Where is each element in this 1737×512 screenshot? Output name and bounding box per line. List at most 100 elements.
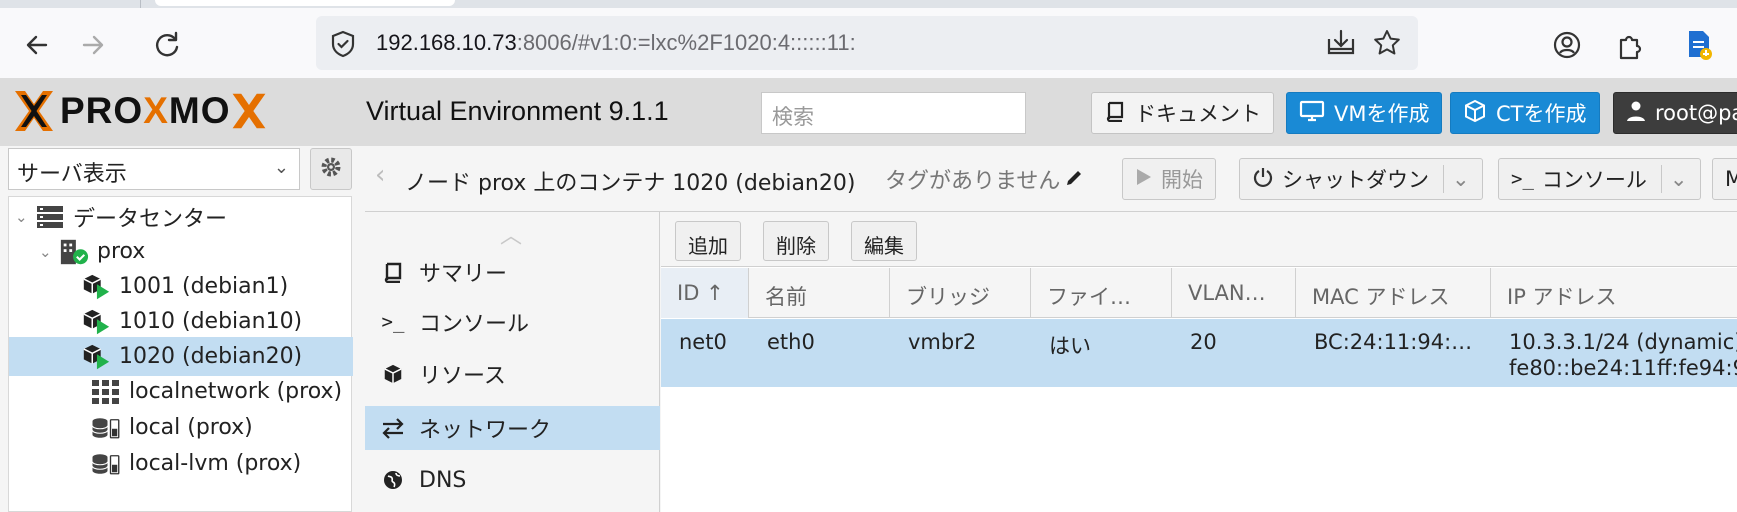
nav-dns[interactable]: DNS <box>365 458 660 502</box>
nav-summary[interactable]: サマリー <box>365 250 660 294</box>
desktop-icon <box>1299 100 1325 127</box>
cell-ip-v6: fe80::be24:11ff:fe94:9c <box>1509 356 1737 380</box>
tree-item-datacenter[interactable]: ⌄ データセンター <box>9 197 353 236</box>
shutdown-button[interactable]: シャットダウン ⌄ <box>1239 158 1483 200</box>
column-header-firewall[interactable]: ファイ… <box>1031 268 1172 318</box>
account-icon[interactable] <box>1548 26 1586 64</box>
column-header-vlan[interactable]: VLAN… <box>1172 268 1296 318</box>
more-button[interactable]: M <box>1712 158 1737 200</box>
search-input[interactable]: 検索 <box>761 92 1026 134</box>
chevron-up-icon[interactable]: ︿ <box>500 218 522 250</box>
chevron-down-icon: ⌄ <box>273 157 289 178</box>
cell-id: net0 <box>679 330 727 354</box>
table-row[interactable]: net0 eth0 vmbr2 はい 20 BC:24:11:94:… 10.3… <box>661 319 1737 387</box>
storage-icon <box>91 413 121 443</box>
create-vm-button[interactable]: VMを作成 <box>1286 92 1443 134</box>
column-header-ip[interactable]: IP アドレス <box>1491 268 1737 318</box>
nav-console[interactable]: >_ コンソール <box>365 300 660 344</box>
cube-icon <box>381 362 405 386</box>
pencil-icon[interactable] <box>1064 169 1084 194</box>
start-button[interactable]: 開始 <box>1122 158 1216 200</box>
collapse-icon[interactable]: ⌄ <box>15 208 31 226</box>
reload-icon[interactable] <box>148 26 186 64</box>
datacenter-icon <box>35 202 65 232</box>
proxmox-x-icon <box>15 91 53 131</box>
tree-item-label: 1020 (debian20) <box>119 344 303 369</box>
tags-field[interactable]: タグがありません <box>885 163 1084 195</box>
shield-icon[interactable] <box>330 30 356 62</box>
download-icon[interactable] <box>1326 29 1356 61</box>
exchange-icon <box>381 416 405 440</box>
gear-icon <box>320 156 342 182</box>
documentation-label: ドキュメント <box>1135 102 1261 126</box>
collapse-icon[interactable]: ⌄ <box>39 243 55 261</box>
user-menu-button[interactable]: root@pam <box>1613 92 1737 134</box>
more-label: M <box>1725 167 1737 191</box>
tree-item-ct-1001[interactable]: 1001 (debian1) <box>9 267 353 306</box>
tree-item-label: データセンター <box>73 206 228 232</box>
page-title: ノード prox 上のコンテナ 1020 (debian20) <box>405 171 856 196</box>
config-nav: ︿ サマリー >_ コンソール リソース ネットワーク DNS <box>365 212 660 512</box>
browser-tab[interactable] <box>155 0 455 6</box>
tree-item-label: prox <box>97 239 146 264</box>
logo-text-mo: MO <box>168 90 231 131</box>
terminal-icon: >_ <box>381 311 405 333</box>
chevron-down-icon[interactable]: ⌄ <box>1443 165 1470 193</box>
network-grid: 追加 削除 編集 ID ↑ 名前 ブリッジ ファイ… VLAN… MAC アドレ… <box>661 212 1737 512</box>
column-header-id[interactable]: ID ↑ <box>661 268 749 318</box>
cell-ip-v4: 10.3.3.1/24 (dynamic) <box>1509 330 1737 354</box>
url-text: 192.168.10.73:8006/#v1:0:=lxc%2F1020:4::… <box>376 30 856 56</box>
remove-button[interactable]: 削除 <box>763 221 829 261</box>
resource-tree: ⌄ データセンター ⌄ prox 1001 (debian1) 1010 (de… <box>8 196 353 512</box>
proxmox-x-tail-icon <box>233 93 266 129</box>
extensions-icon[interactable] <box>1612 26 1650 64</box>
no-tags-label: タグがありません <box>885 169 1061 194</box>
proxmox-logo: PRO X MO <box>12 88 268 134</box>
tree-item-storage-local-lvm[interactable]: local-lvm (prox) <box>9 444 353 483</box>
tree-settings-button[interactable] <box>310 148 352 190</box>
tree-item-node-prox[interactable]: ⌄ prox <box>9 232 353 271</box>
tree-item-storage-local[interactable]: local (prox) <box>9 408 353 447</box>
start-label: 開始 <box>1161 168 1203 192</box>
cube-icon <box>1463 99 1487 128</box>
console-button[interactable]: >_ コンソール ⌄ <box>1498 158 1701 200</box>
browser-toolbar: 192.168.10.73:8006/#v1:0:=lxc%2F1020:4::… <box>0 8 1737 78</box>
view-select[interactable]: サーバ表示 ⌄ <box>8 148 300 190</box>
tree-item-label: local (prox) <box>129 415 253 440</box>
nav-network[interactable]: ネットワーク <box>365 406 660 450</box>
url-host: 192.168.10.73 <box>376 30 517 55</box>
nav-label: DNS <box>419 467 467 493</box>
globe-icon <box>381 468 405 492</box>
create-ct-button[interactable]: CTを作成 <box>1450 92 1600 134</box>
tree-item-ct-1010[interactable]: 1010 (debian10) <box>9 302 353 341</box>
container-running-icon <box>81 272 111 302</box>
forward-icon[interactable] <box>74 26 112 64</box>
documentation-button[interactable]: ドキュメント <box>1091 92 1274 134</box>
nav-label: コンソール <box>419 312 530 337</box>
cell-mac: BC:24:11:94:… <box>1314 330 1473 354</box>
grid-toolbar: 追加 削除 編集 <box>661 212 1737 267</box>
terminal-icon: >_ <box>1511 168 1534 190</box>
view-select-value: サーバ表示 <box>17 162 127 187</box>
star-icon[interactable] <box>1373 29 1401 61</box>
nav-resources[interactable]: リソース <box>365 352 660 396</box>
create-ct-label: CTを作成 <box>1496 102 1587 126</box>
create-vm-label: VMを作成 <box>1334 102 1430 126</box>
column-header-bridge[interactable]: ブリッジ <box>890 268 1031 318</box>
column-header-name[interactable]: 名前 <box>749 268 890 318</box>
nav-label: リソース <box>419 364 506 389</box>
address-bar[interactable]: 192.168.10.73:8006/#v1:0:=lxc%2F1020:4::… <box>316 16 1418 70</box>
collapse-left-icon[interactable]: ‹ <box>375 160 385 190</box>
tree-item-sdn-localnetwork[interactable]: localnetwork (prox) <box>9 372 353 411</box>
add-button[interactable]: 追加 <box>675 221 741 261</box>
chevron-down-icon[interactable]: ⌄ <box>1660 165 1688 193</box>
edit-button[interactable]: 編集 <box>851 221 917 261</box>
sort-ascending-icon: ↑ <box>706 281 724 305</box>
console-label: コンソール <box>1541 168 1647 192</box>
back-icon[interactable] <box>18 26 56 64</box>
doc-icon[interactable] <box>1680 26 1718 64</box>
url-path: :8006/#v1:0:=lxc%2F1020:4::::::11: <box>516 30 856 55</box>
cell-name: eth0 <box>767 330 815 354</box>
column-header-mac[interactable]: MAC アドレス <box>1296 268 1491 318</box>
tree-item-ct-1020[interactable]: 1020 (debian20) <box>9 337 353 376</box>
